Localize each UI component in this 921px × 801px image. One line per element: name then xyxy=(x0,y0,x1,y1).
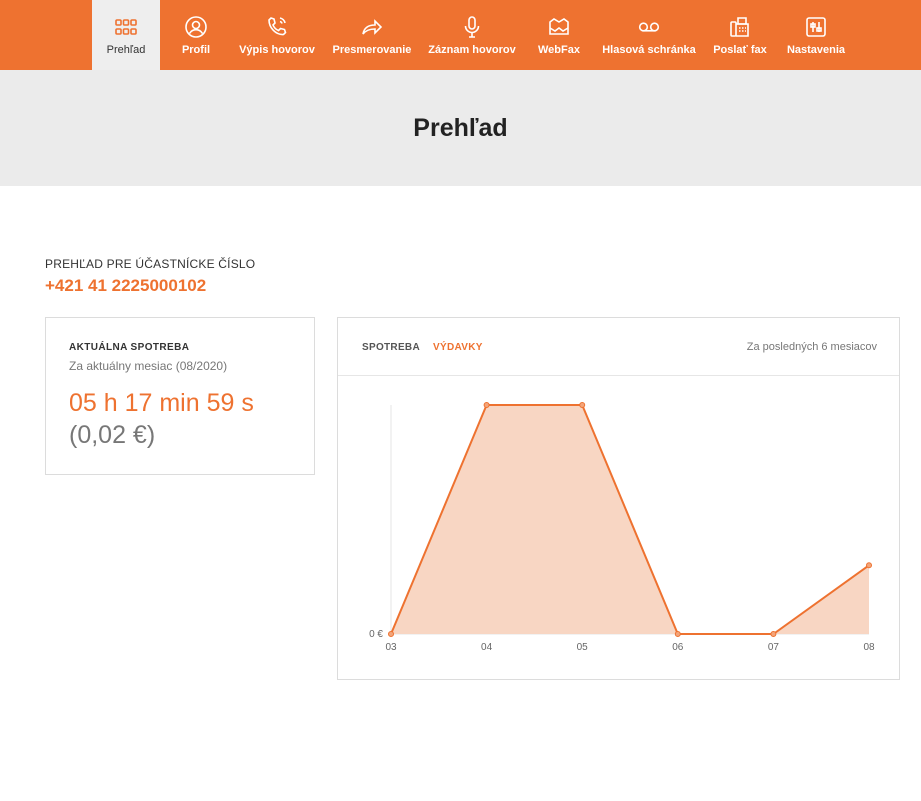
usage-cost-value: (0,02 €) xyxy=(69,421,156,449)
nav-item-label: WebFax xyxy=(538,44,580,56)
usage-card-title: AKTUÁLNA SPOTREBA xyxy=(69,342,190,353)
x-tick-label: 06 xyxy=(672,642,684,653)
tab-expenses[interactable]: VÝDAVKY xyxy=(433,342,483,353)
nav-item-1[interactable]: Profil xyxy=(170,0,222,70)
forward-icon xyxy=(359,14,385,40)
voicemail-icon xyxy=(636,14,662,40)
x-tick-label: 07 xyxy=(768,642,780,653)
nav-item-4[interactable]: Záznam hovorov xyxy=(426,0,518,70)
data-point-05 xyxy=(579,402,586,408)
data-point-08 xyxy=(866,562,872,569)
usage-card-subtitle: Za aktuálny mesiac (08/2020) xyxy=(69,359,228,373)
x-tick-label: 04 xyxy=(481,642,493,653)
subscriber-number: +421 41 2225000102 xyxy=(45,276,207,295)
nav-item-label: Profil xyxy=(181,44,211,56)
chart-period-label: Za posledných 6 mesiacov xyxy=(746,341,877,353)
user-icon xyxy=(183,14,209,40)
usage-chart-card: SPOTREBA VÝDAVKY Za posledných 6 mesiaco… xyxy=(337,317,900,680)
nav-item-label: Nastavenia xyxy=(786,44,846,56)
subscriber-label: PREHĽAD PRE ÚČASTNÍCKE ČÍSLO xyxy=(45,257,256,271)
microphone-icon xyxy=(459,14,485,40)
nav-item-label: Záznam hovorov xyxy=(428,44,516,56)
nav-item-0[interactable]: Prehľad xyxy=(92,0,160,70)
current-usage-card: AKTUÁLNA SPOTREBA Za aktuálny mesiac (08… xyxy=(45,317,315,475)
nav-item-8[interactable]: Nastavenia xyxy=(782,0,850,70)
expenses-area-chart: 03 04 05 06 07 08 0 € xyxy=(369,402,875,653)
nav-item-5[interactable]: WebFax xyxy=(526,0,592,70)
grid-icon xyxy=(113,14,139,40)
nav-item-label: Hlasová schránka xyxy=(602,44,696,56)
phone-icon xyxy=(264,14,290,40)
page-header: Prehľad xyxy=(0,70,921,186)
usage-time-value: 05 h 17 min 59 s xyxy=(69,389,254,417)
nav-item-6[interactable]: Hlasová schránka xyxy=(600,0,698,70)
nav-item-label: Výpis hovorov xyxy=(239,44,315,56)
page-title: Prehľad xyxy=(413,113,508,142)
x-tick-label: 08 xyxy=(863,642,875,653)
nav-item-2[interactable]: Výpis hovorov xyxy=(238,0,316,70)
nav-item-3[interactable]: Presmerovanie xyxy=(330,0,414,70)
data-point-07 xyxy=(770,631,777,637)
nav-item-label: Presmerovanie xyxy=(332,44,412,56)
y-tick-label: 0 € xyxy=(369,629,383,640)
data-point-03 xyxy=(388,631,394,637)
top-navigation: Prehľad Profil Výpis hovorov Presmerovanie Z… xyxy=(0,0,921,70)
x-tick-label: 03 xyxy=(385,642,397,653)
webfax-icon xyxy=(546,14,572,40)
nav-item-label: Prehľad xyxy=(106,44,146,56)
tab-consumption[interactable]: SPOTREBA xyxy=(362,342,420,353)
x-tick-label: 05 xyxy=(577,642,589,653)
settings-icon xyxy=(803,14,829,40)
data-point-06 xyxy=(674,631,681,637)
nav-item-7[interactable]: Poslať fax xyxy=(707,0,773,70)
fax-icon xyxy=(727,14,753,40)
nav-item-label: Poslať fax xyxy=(713,44,767,56)
data-point-04 xyxy=(483,402,490,408)
chart-tabs: SPOTREBA VÝDAVKY Za posledných 6 mesiaco… xyxy=(338,318,899,376)
